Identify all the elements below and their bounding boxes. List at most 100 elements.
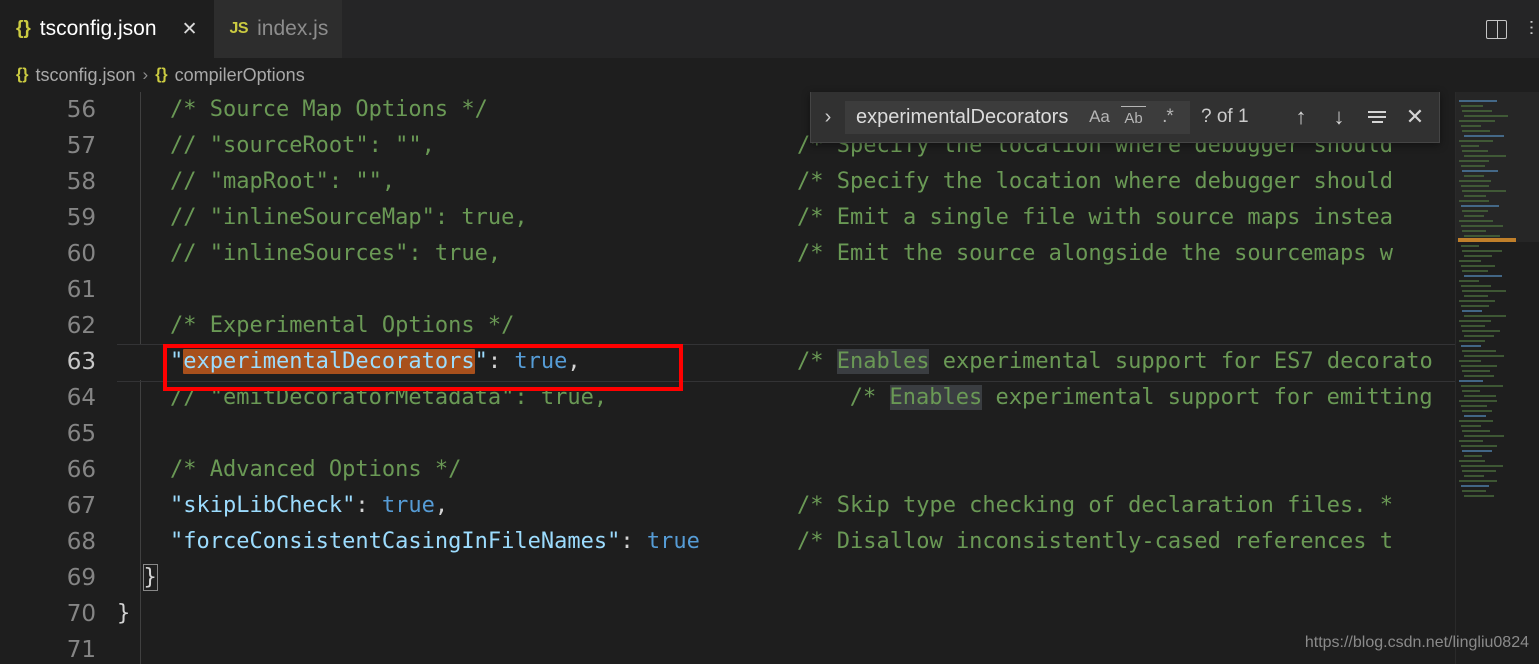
line-number: 65 xyxy=(0,416,96,452)
js-file-icon: JS xyxy=(230,20,249,38)
minimap-line xyxy=(1462,110,1492,112)
line-content: /* Advanced Options */ xyxy=(117,452,461,488)
trailing-comment: /* Emit the source alongside the sourcem… xyxy=(797,236,1393,272)
trailing-comment: /* Skip type checking of declaration fil… xyxy=(797,488,1393,524)
code-line[interactable]: 70} xyxy=(0,596,1539,632)
minimap-line xyxy=(1462,450,1492,452)
code-line[interactable]: 69 } xyxy=(0,560,1539,596)
occurrence-highlight: Enables xyxy=(890,385,983,410)
minimap-line xyxy=(1461,105,1483,107)
tab-tsconfig-json[interactable]: {} tsconfig.json ✕ xyxy=(0,0,214,58)
code-token: : xyxy=(488,349,515,374)
minimap-line xyxy=(1464,315,1506,317)
previous-match-icon[interactable]: ↑ xyxy=(1289,105,1313,129)
minimap-line xyxy=(1462,310,1482,312)
close-icon[interactable]: ✕ xyxy=(180,20,200,39)
line-content: // "emitDecoratorMetadata": true, xyxy=(117,380,607,416)
trailing-comment: /* Enables experimental support for emit… xyxy=(850,380,1433,416)
line-content: /* Source Map Options */ xyxy=(117,92,488,128)
more-actions-icon[interactable]: ⋯ xyxy=(1521,19,1539,39)
minimap-line xyxy=(1461,465,1503,467)
code-token xyxy=(117,385,170,410)
breadcrumb-item-file[interactable]: {} tsconfig.json xyxy=(16,65,136,86)
minimap-line xyxy=(1459,280,1479,282)
code-line[interactable]: 62 /* Experimental Options */ xyxy=(0,308,1539,344)
minimap-line xyxy=(1461,485,1489,487)
json-braces-icon: {} xyxy=(155,66,167,84)
tab-label: index.js xyxy=(257,17,328,41)
minimap-line xyxy=(1462,430,1490,432)
code-token: } xyxy=(117,601,130,626)
line-content: // "sourceRoot": "", xyxy=(117,128,435,164)
breadcrumb-item-symbol[interactable]: {} compilerOptions xyxy=(155,65,305,86)
code-token: " xyxy=(170,349,183,374)
minimap-line xyxy=(1459,100,1497,102)
use-regex-icon[interactable]: .* xyxy=(1155,105,1180,130)
match-case-icon[interactable]: Aa xyxy=(1087,105,1112,130)
code-line[interactable]: 58 // "mapRoot": "",/* Specify the locat… xyxy=(0,164,1539,200)
split-editor-icon[interactable] xyxy=(1486,20,1507,39)
minimap-line xyxy=(1459,400,1497,402)
code-lines-container: 56 /* Source Map Options */57 // "source… xyxy=(0,92,1539,664)
code-line[interactable]: 61 xyxy=(0,272,1539,308)
code-token: // "inlineSources": true, xyxy=(170,241,501,266)
minimap-line xyxy=(1462,410,1492,412)
line-content: } xyxy=(117,560,157,596)
find-input[interactable]: experimentalDecorators xyxy=(856,106,1087,129)
line-number: 58 xyxy=(0,164,96,200)
occurrence-highlight: Enables xyxy=(837,349,930,374)
code-token xyxy=(117,493,170,518)
line-number: 68 xyxy=(0,524,96,560)
minimap-line xyxy=(1464,435,1504,437)
next-match-icon[interactable]: ↓ xyxy=(1327,105,1351,129)
trailing-comment: /* Disallow inconsistently-cased referen… xyxy=(797,524,1393,560)
minimap-line xyxy=(1464,115,1508,117)
code-token: true xyxy=(647,529,700,554)
minimap[interactable] xyxy=(1455,92,1539,664)
line-number: 63 xyxy=(0,344,96,380)
line-number: 59 xyxy=(0,200,96,236)
editor-actions: ⋯ xyxy=(1486,0,1539,58)
code-line[interactable]: 59 // "inlineSourceMap": true,/* Emit a … xyxy=(0,200,1539,236)
code-token: , xyxy=(567,349,580,374)
code-line[interactable]: 65 xyxy=(0,416,1539,452)
minimap-line xyxy=(1461,445,1497,447)
minimap-line xyxy=(1461,145,1479,147)
tab-index-js[interactable]: JS index.js xyxy=(214,0,343,58)
code-line[interactable]: 63 "experimentalDecorators": true,/* Ena… xyxy=(0,344,1539,380)
close-find-icon[interactable]: ✕ xyxy=(1403,105,1427,129)
code-token xyxy=(117,241,170,266)
breadcrumb-label: tsconfig.json xyxy=(35,65,135,86)
code-token: experimental support for ES7 decorato xyxy=(929,349,1432,374)
code-token: true xyxy=(514,349,567,374)
minimap-line xyxy=(1459,380,1483,382)
minimap-line xyxy=(1461,285,1491,287)
code-line[interactable]: 67 "skipLibCheck": true,/* Skip type che… xyxy=(0,488,1539,524)
code-line[interactable]: 64 // "emitDecoratorMetadata": true,/* E… xyxy=(0,380,1539,416)
code-line[interactable]: 68 "forceConsistentCasingInFileNames": t… xyxy=(0,524,1539,560)
find-in-selection-icon[interactable] xyxy=(1365,105,1389,129)
find-option-toggles: Aa Ab .* xyxy=(1087,105,1183,130)
line-content: /* Experimental Options */ xyxy=(117,308,514,344)
json-braces-icon: {} xyxy=(16,18,31,40)
code-token xyxy=(117,169,170,194)
code-line[interactable]: 60 // "inlineSources": true,/* Emit the … xyxy=(0,236,1539,272)
minimap-line xyxy=(1459,120,1495,122)
whole-word-icon[interactable]: Ab xyxy=(1121,106,1146,128)
find-widget[interactable]: › experimentalDecorators Aa Ab .* ? of 1… xyxy=(810,92,1440,143)
code-editor[interactable]: 56 /* Source Map Options */57 // "source… xyxy=(0,92,1539,664)
minimap-line xyxy=(1459,200,1489,202)
minimap-line xyxy=(1462,130,1490,132)
code-line[interactable]: 66 /* Advanced Options */ xyxy=(0,452,1539,488)
find-input-wrapper[interactable]: experimentalDecorators Aa Ab .* xyxy=(845,101,1190,134)
minimap-line xyxy=(1464,135,1504,137)
minimap-line xyxy=(1462,290,1506,292)
toggle-replace-icon[interactable]: › xyxy=(811,92,845,142)
code-token: /* Advanced Options */ xyxy=(170,457,461,482)
minimap-match-highlight xyxy=(1458,238,1516,242)
current-find-match: experimentalDecorators xyxy=(183,349,474,374)
code-token xyxy=(117,313,170,338)
minimap-line xyxy=(1464,475,1484,477)
minimap-line xyxy=(1459,360,1481,362)
minimap-line xyxy=(1459,320,1491,322)
